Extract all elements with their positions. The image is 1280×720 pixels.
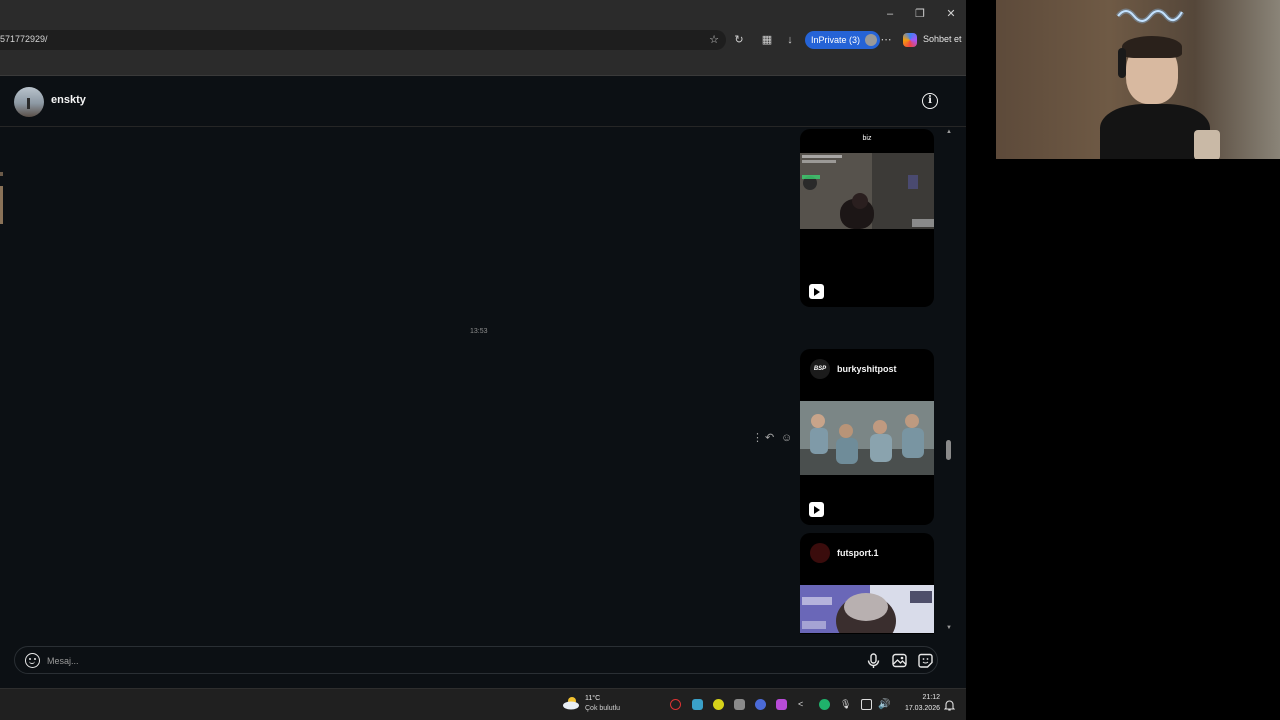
weather-condition[interactable]: Çok bulutlu (585, 705, 620, 712)
close-icon[interactable]: ✕ (940, 5, 962, 23)
refresh-icon[interactable]: ↻ (732, 33, 746, 47)
taskbar: 11°C Çok bulutlu < 🎙 🔊 21:12 17.03.2026 (0, 688, 966, 720)
url-field[interactable]: 571772929/ ☆ (0, 30, 726, 50)
tray-app-icon[interactable] (755, 699, 766, 710)
copilot-label[interactable]: Sohbet et (923, 34, 962, 44)
shared-reel-card[interactable]: futsport.1 (800, 533, 934, 634)
source-username[interactable]: burkyshitpost (837, 364, 897, 374)
cloudy-weather-icon[interactable] (562, 696, 580, 710)
sticker-icon[interactable] (917, 652, 934, 669)
source-avatar[interactable] (810, 543, 830, 563)
thumbnail-art (800, 401, 934, 475)
source-avatar[interactable]: BSP (810, 359, 830, 379)
thumbnail-art (800, 585, 934, 634)
scrollbar[interactable]: ▲ ▼ (944, 128, 954, 634)
more-menu-icon[interactable]: ⋯ (879, 33, 893, 47)
copilot-icon[interactable] (903, 33, 917, 47)
tray-app-icon[interactable] (692, 699, 703, 710)
reel-thumbnail[interactable] (800, 153, 934, 229)
network-icon[interactable] (861, 699, 872, 710)
favorite-star-icon[interactable]: ☆ (707, 33, 721, 47)
source-username[interactable]: futsport.1 (837, 548, 879, 558)
screen: – ❐ ✕ 571772929/ ☆ ↻ ▦ ↓ InPrivate (3) ⋯… (0, 0, 1280, 720)
inprivate-badge[interactable]: InPrivate (3) (805, 31, 881, 49)
thumbnail-art (800, 153, 934, 229)
profile-avatar (865, 34, 878, 46)
title-bar: – ❐ ✕ (0, 0, 966, 28)
headset (1118, 48, 1126, 78)
address-bar: 571772929/ ☆ ↻ ▦ ↓ InPrivate (3) ⋯ Sohbe… (0, 28, 966, 52)
clock-time[interactable]: 21:12 (916, 694, 940, 701)
info-button[interactable]: i (922, 93, 938, 109)
volume-icon[interactable]: 🔊 (878, 699, 890, 710)
message-more-icon[interactable]: ⋮ (752, 431, 763, 445)
tray-app-icon[interactable] (734, 699, 745, 710)
reel-play-icon (809, 502, 824, 517)
avatar[interactable] (14, 87, 44, 117)
scroll-up-icon[interactable]: ▲ (944, 128, 954, 136)
message-composer (14, 646, 938, 674)
message-timestamp: 13:53 (470, 328, 488, 335)
webcam-person-hair (1122, 36, 1182, 58)
shared-reel-card[interactable]: biz (800, 129, 934, 307)
message-input[interactable] (47, 654, 827, 668)
edge-fragment (0, 186, 3, 224)
webcam-overlay (996, 0, 1280, 159)
emoji-icon[interactable] (25, 653, 40, 668)
extensions-icon[interactable]: ▦ (760, 33, 774, 47)
dm-username[interactable]: enskty (51, 94, 86, 106)
tray-app-icon[interactable] (713, 699, 724, 710)
security-icon[interactable] (819, 699, 830, 710)
cup (1194, 130, 1220, 159)
reel-thumbnail[interactable] (800, 585, 934, 634)
dm-header: enskty i (0, 77, 966, 127)
minimize-icon[interactable]: – (879, 5, 901, 23)
clock-date[interactable]: 17.03.2026 (900, 705, 940, 712)
card-caption: biz (862, 135, 872, 142)
microphone-tray-icon[interactable]: 🎙 (840, 699, 851, 710)
download-icon[interactable]: ↓ (783, 33, 797, 47)
shared-reel-card[interactable]: BSP burkyshitpost (800, 349, 934, 525)
url-text[interactable]: 571772929/ (0, 34, 48, 44)
react-emoji-icon[interactable]: ☺ (781, 431, 792, 445)
restore-icon[interactable]: ❐ (909, 5, 931, 23)
tray-app-icon[interactable] (776, 699, 787, 710)
favorites-bar (0, 52, 966, 76)
reply-icon[interactable]: ↶ (765, 431, 774, 445)
notification-bell-icon[interactable] (944, 699, 955, 711)
scroll-down-icon[interactable]: ▼ (944, 624, 954, 632)
reel-play-icon (809, 284, 824, 299)
inprivate-label: InPrivate (3) (811, 35, 861, 45)
tray-overflow-icon[interactable]: < (798, 699, 809, 710)
tray-app-icon[interactable] (670, 699, 681, 710)
neon-sign (1116, 8, 1185, 24)
edge-fragment (0, 172, 3, 176)
image-icon[interactable] (891, 652, 908, 669)
microphone-icon[interactable] (865, 652, 882, 669)
scroll-thumb[interactable] (946, 440, 951, 460)
reel-thumbnail[interactable] (800, 401, 934, 475)
browser-window: – ❐ ✕ 571772929/ ☆ ↻ ▦ ↓ InPrivate (3) ⋯… (0, 0, 966, 688)
weather-temperature[interactable]: 11°C (585, 695, 600, 702)
